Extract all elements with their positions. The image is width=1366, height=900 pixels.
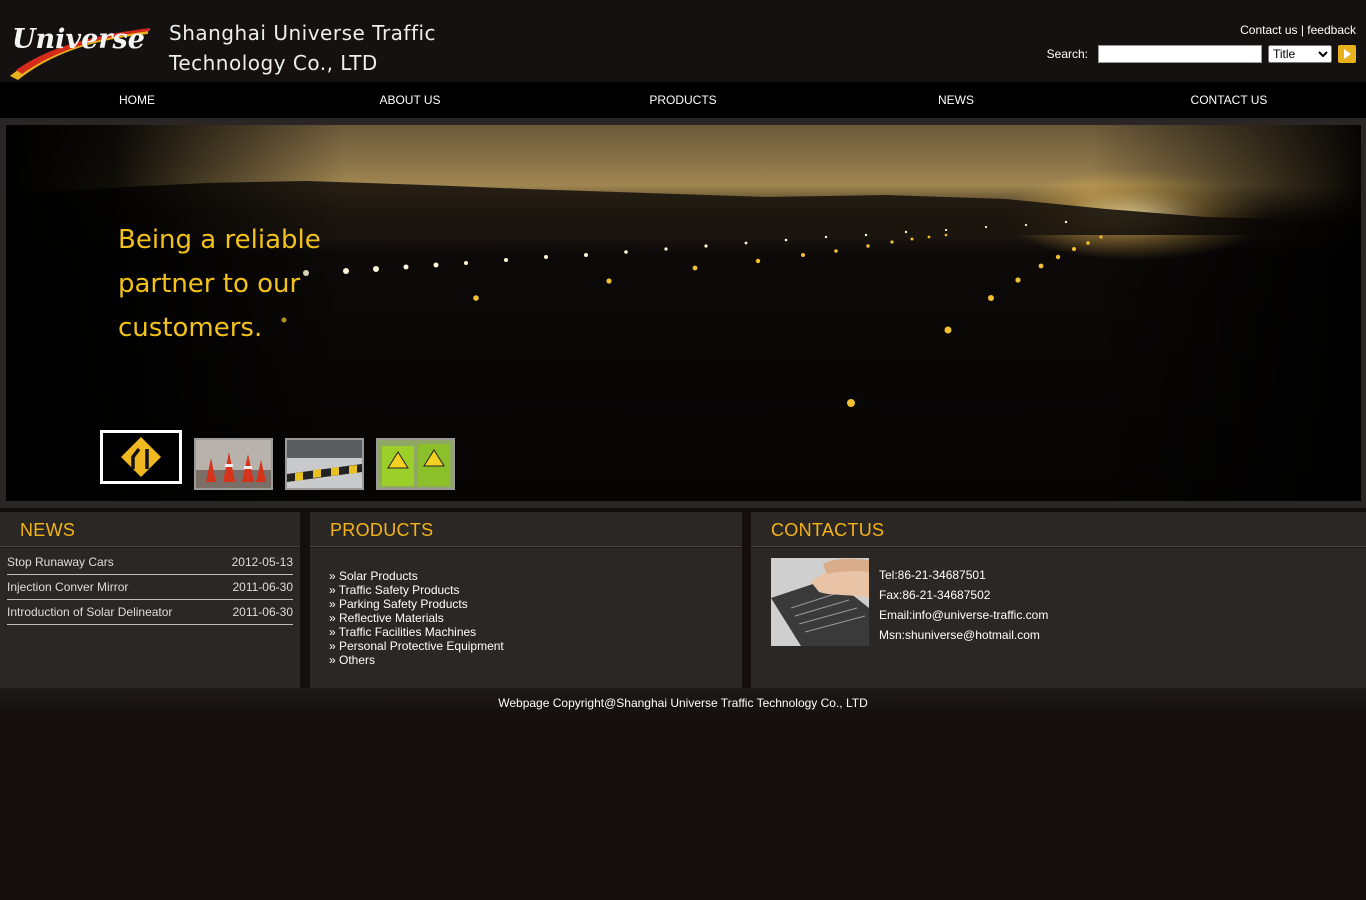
product-category-others[interactable]: » Others <box>329 653 504 667</box>
search-scope-select[interactable]: Title <box>1268 45 1332 63</box>
slogan-line1: Being a reliable <box>118 225 321 255</box>
nav-products[interactable]: PRODUCTS <box>649 82 716 118</box>
speed-bump-icon <box>287 440 362 488</box>
top-links: Contact us | feedback <box>1240 23 1356 37</box>
search-bar: Search: Title <box>1047 44 1356 64</box>
warning-signs-icon <box>378 440 453 488</box>
contact-msn: Msn:shuniverse@hotmail.com <box>879 628 1040 642</box>
hero-banner: Being a reliable partner to our customer… <box>6 125 1361 501</box>
company-name: Shanghai Universe Traffic Technology Co.… <box>169 18 436 78</box>
contact-info: Tel:86-21-34687501 Fax:86-21-34687502 Em… <box>879 565 1048 645</box>
products-divider <box>310 546 742 548</box>
news-item-date: 2011-06-30 <box>232 605 294 619</box>
slogan-line2: partner to our <box>118 269 301 299</box>
thumbnail-warning-signs[interactable] <box>376 438 455 490</box>
product-category-traffic-safety[interactable]: » Traffic Safety Products <box>329 583 504 597</box>
lane-merge-sign-icon <box>103 433 179 481</box>
keyboard-hands-icon <box>771 558 869 646</box>
company-name-line1: Shanghai Universe Traffic <box>169 21 437 45</box>
product-category-machines[interactable]: » Traffic Facilities Machines <box>329 625 504 639</box>
product-category-reflective[interactable]: » Reflective Materials <box>329 611 504 625</box>
news-divider <box>0 546 300 548</box>
main-nav: HOME ABOUT US PRODUCTS NEWS CONTACT US <box>0 82 1366 118</box>
news-item-title[interactable]: Stop Runaway Cars <box>7 555 114 569</box>
news-item[interactable]: Stop Runaway Cars 2012-05-13 <box>7 550 293 575</box>
news-item-date: 2012-05-13 <box>231 555 293 569</box>
search-input[interactable] <box>1098 45 1262 63</box>
product-category-parking-safety[interactable]: » Parking Safety Products <box>329 597 504 611</box>
nav-home[interactable]: HOME <box>119 82 155 118</box>
product-category-list: » Solar Products » Traffic Safety Produc… <box>329 569 504 667</box>
news-item[interactable]: Injection Conver Mirror 2011-06-30 <box>7 575 293 600</box>
banner-slogan: Being a reliable partner to our customer… <box>118 218 321 350</box>
news-item-date: 2011-06-30 <box>232 580 294 594</box>
banner-thumbnails <box>100 430 467 490</box>
footer-copyright: Webpage Copyright@Shanghai Universe Traf… <box>498 696 868 710</box>
news-item[interactable]: Introduction of Solar Delineator 2011-06… <box>7 600 293 625</box>
arrow-right-icon <box>1344 49 1351 59</box>
contact-heading: CONTACTUS <box>771 520 885 540</box>
banner-frame: Being a reliable partner to our customer… <box>0 118 1366 508</box>
contact-us-link[interactable]: Contact us <box>1240 23 1297 37</box>
products-panel: PRODUCTS » Solar Products » Traffic Safe… <box>310 512 742 688</box>
contact-fax: Fax:86-21-34687502 <box>879 588 991 602</box>
products-heading: PRODUCTS <box>330 520 434 540</box>
contact-panel: CONTACTUS Tel:86-21-34687501 Fax:86-21-3… <box>751 512 1366 688</box>
product-category-solar[interactable]: » Solar Products <box>329 569 504 583</box>
news-panel: NEWS Stop Runaway Cars 2012-05-13 Inject… <box>0 512 300 688</box>
news-item-title[interactable]: Introduction of Solar Delineator <box>7 605 172 619</box>
traffic-cones-icon <box>196 440 271 488</box>
company-name-line2: Technology Co., LTD <box>169 51 378 75</box>
logo-wordmark: Universe <box>12 24 145 55</box>
slogan-line3: customers. <box>118 313 263 343</box>
news-list: Stop Runaway Cars 2012-05-13 Injection C… <box>7 550 293 625</box>
nav-about-us[interactable]: ABOUT US <box>379 82 440 118</box>
nav-news[interactable]: NEWS <box>938 82 974 118</box>
keyboard-typing-photo <box>771 558 869 646</box>
news-item-title[interactable]: Injection Conver Mirror <box>7 580 128 594</box>
feedback-link[interactable]: feedback <box>1307 23 1356 37</box>
site-header: Universe Shanghai Universe Traffic Techn… <box>0 0 1366 82</box>
thumbnail-speed-bump[interactable] <box>285 438 364 490</box>
search-label: Search: <box>1046 47 1088 61</box>
search-submit-button[interactable] <box>1338 45 1356 63</box>
product-category-ppe[interactable]: » Personal Protective Equipment <box>329 639 504 653</box>
news-heading: NEWS <box>20 520 76 540</box>
site-footer: Webpage Copyright@Shanghai Universe Traf… <box>0 688 1366 718</box>
universe-logo[interactable]: Universe <box>8 14 153 80</box>
contact-tel: Tel:86-21-34687501 <box>879 568 986 582</box>
link-separator: | <box>1297 23 1308 37</box>
nav-contact-us[interactable]: CONTACT US <box>1191 82 1268 118</box>
contact-divider <box>751 546 1366 548</box>
thumbnail-traffic-cones[interactable] <box>194 438 273 490</box>
thumbnail-lane-merge-sign[interactable] <box>100 430 182 484</box>
contact-email[interactable]: Email:info@universe-traffic.com <box>879 605 1048 625</box>
